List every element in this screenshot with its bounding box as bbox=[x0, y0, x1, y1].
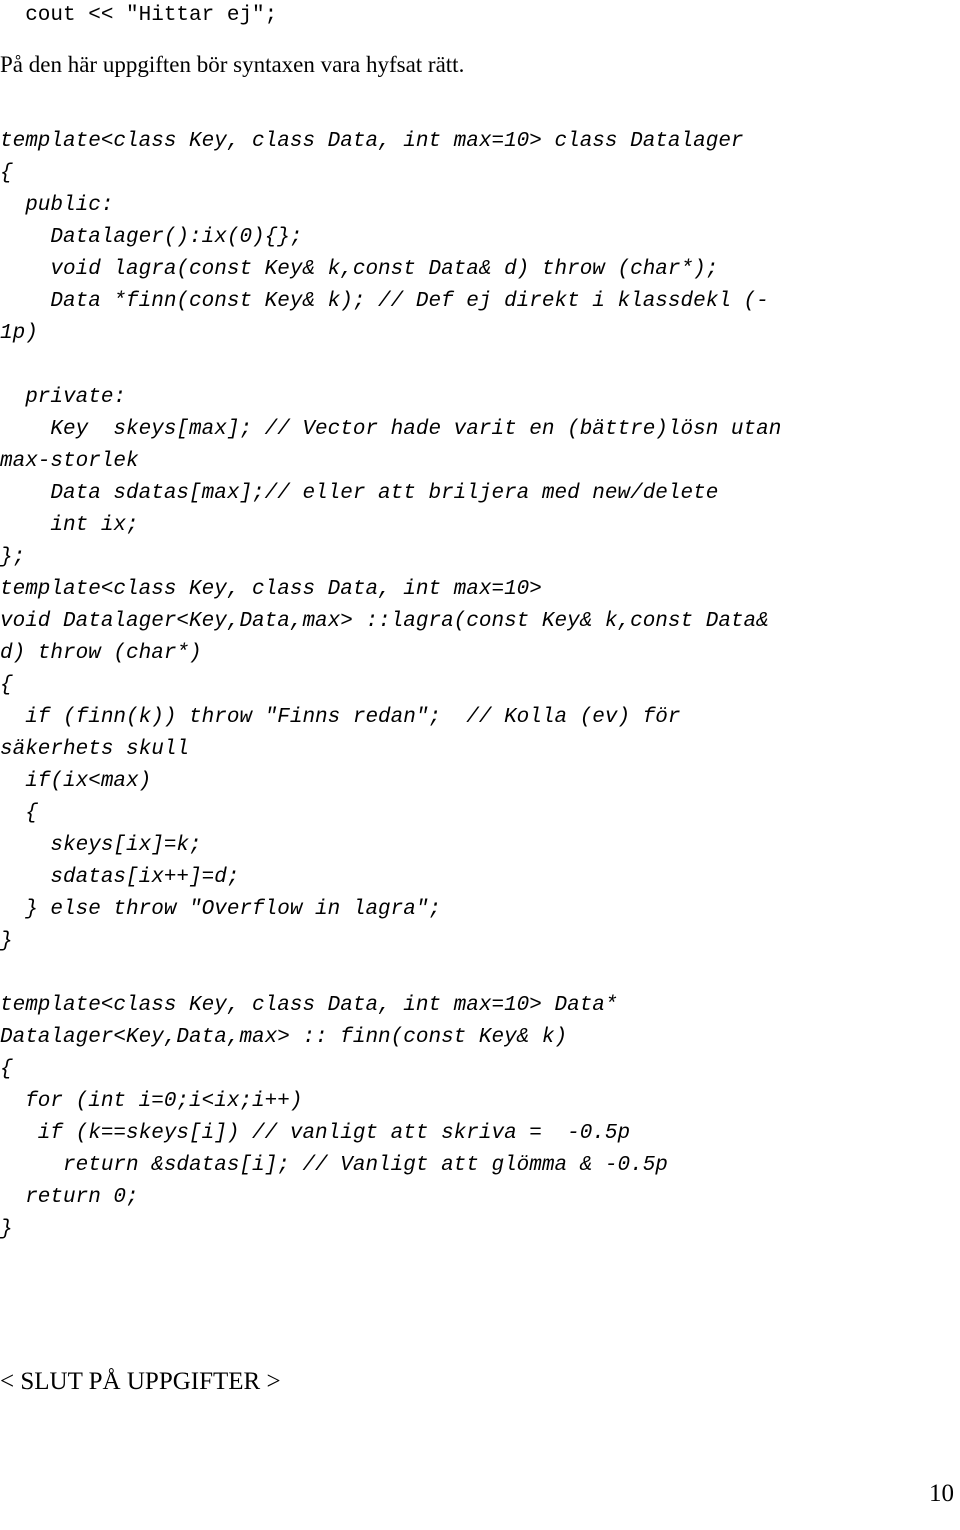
code-block-finn-definition: template<class Key, class Data, int max=… bbox=[0, 994, 668, 1241]
spacer-before-code-block-1 bbox=[0, 80, 960, 126]
intro-paragraph: På den här uppgiften bör syntaxen vara h… bbox=[0, 52, 465, 77]
page-content: cout << "Hittar ej"; På den här uppgifte… bbox=[0, 0, 960, 1398]
top-code-line: cout << "Hittar ej"; bbox=[0, 4, 278, 27]
spacer-before-end-marker bbox=[0, 1246, 960, 1292]
spacer-before-end-marker-3 bbox=[0, 1338, 960, 1366]
page-number: 10 bbox=[929, 1480, 954, 1507]
document-page: cout << "Hittar ej"; På den här uppgifte… bbox=[0, 0, 960, 1530]
spacer-between-code-blocks bbox=[0, 958, 960, 990]
spacer-before-end-marker-2 bbox=[0, 1292, 960, 1338]
spacer-after-top-code bbox=[0, 32, 960, 50]
code-block-datalager-class: template<class Key, class Data, int max=… bbox=[0, 130, 782, 953]
end-of-tasks-marker: < SLUT PÅ UPPGIFTER > bbox=[0, 1368, 281, 1395]
